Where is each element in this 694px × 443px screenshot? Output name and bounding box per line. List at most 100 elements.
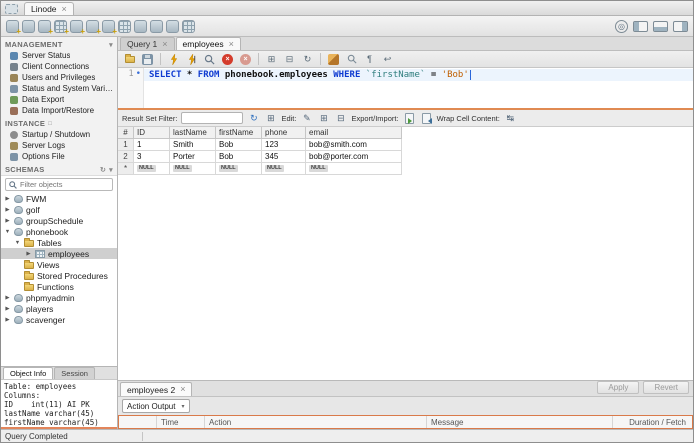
find-icon[interactable]	[344, 52, 359, 66]
table-data-icon[interactable]	[118, 19, 131, 33]
chevron-right-icon[interactable]: ▶	[25, 251, 32, 257]
panel-left-toggle-icon[interactable]	[633, 20, 648, 32]
output-column-status[interactable]	[119, 416, 157, 428]
tree-item-functions[interactable]: Functions	[1, 281, 117, 292]
chevron-right-icon[interactable]: ▶	[4, 196, 11, 202]
chevron-right-icon[interactable]: ▶	[4, 207, 11, 213]
panel-bottom-toggle-icon[interactable]	[653, 20, 668, 32]
commit-icon[interactable]: ⊞	[264, 52, 279, 66]
execute-query-icon[interactable]	[166, 52, 181, 66]
sidebar-item-status-variables[interactable]: Status and System Variables	[1, 83, 117, 94]
save-icon[interactable]	[140, 52, 155, 66]
column-header-firstname[interactable]: firstName	[216, 127, 262, 139]
tree-item-tables[interactable]: ▼ Tables	[1, 237, 117, 248]
instance-section-header[interactable]: INSTANCE □	[1, 116, 117, 129]
collapse-section-icon[interactable]: ▾	[109, 41, 113, 49]
explain-query-icon[interactable]	[202, 52, 217, 66]
tab-employees-2[interactable]: employees 2 ×	[120, 382, 193, 396]
schema-item-phonebook[interactable]: ▼ phonebook	[1, 226, 117, 237]
tab-close-icon[interactable]: ×	[229, 39, 234, 49]
execute-current-statement-icon[interactable]	[184, 52, 199, 66]
create-function-icon[interactable]	[102, 19, 117, 36]
schemas-section-header[interactable]: SCHEMAS ↻ ▾	[1, 162, 117, 175]
tree-item-views[interactable]: Views	[1, 259, 117, 270]
connection-tab-close-icon[interactable]: ×	[62, 4, 67, 14]
tree-item-stored-procedures[interactable]: Stored Procedures	[1, 270, 117, 281]
column-header-id[interactable]: ID	[134, 127, 170, 139]
tab-query-1[interactable]: Query 1 ×	[120, 37, 175, 50]
row-number-cell[interactable]: 1	[118, 139, 134, 151]
tab-close-icon[interactable]: ×	[162, 39, 167, 49]
autocommit-toggle-icon[interactable]: ↻	[300, 52, 315, 66]
column-header-phone[interactable]: phone	[262, 127, 306, 139]
open-sql-script-icon[interactable]	[22, 19, 35, 33]
import-records-icon[interactable]	[420, 112, 433, 125]
tab-employees[interactable]: employees ×	[175, 37, 241, 50]
create-procedure-icon[interactable]	[86, 19, 101, 36]
chevron-down-icon[interactable]: ▼	[4, 229, 11, 235]
cell-lastname[interactable]: Smith	[170, 139, 216, 151]
tools-icon[interactable]	[182, 19, 195, 33]
column-header-rownum[interactable]: #	[118, 127, 134, 139]
cell-phone[interactable]: NULL	[262, 163, 306, 175]
cell-email[interactable]: bob@smith.com	[306, 139, 402, 151]
cell-lastname[interactable]: NULL	[170, 163, 216, 175]
sidebar-item-users-privileges[interactable]: Users and Privileges	[1, 72, 117, 83]
output-column-time[interactable]: Time	[157, 416, 205, 428]
apply-button[interactable]: Apply	[597, 381, 640, 394]
insert-row-icon[interactable]: ⊞	[317, 112, 330, 125]
cell-lastname[interactable]: Porter	[170, 151, 216, 163]
create-view-icon[interactable]	[70, 19, 85, 36]
stop-on-error-toggle-icon[interactable]: ×	[238, 52, 253, 66]
open-file-icon[interactable]	[122, 52, 137, 66]
schema-filter-input[interactable]	[20, 180, 100, 189]
stop-query-icon[interactable]: ×	[220, 52, 235, 66]
rollback-icon[interactable]: ⊟	[282, 52, 297, 66]
cell-id[interactable]: 1	[134, 139, 170, 151]
cell-email[interactable]: NULL	[306, 163, 402, 175]
schema-item-golf[interactable]: ▶ golf	[1, 204, 117, 215]
edit-pencil-icon[interactable]: ✎	[300, 112, 313, 125]
export-recordset-icon[interactable]	[403, 112, 416, 125]
grid-options-icon[interactable]: ⊞	[264, 112, 277, 125]
delete-row-icon[interactable]: ⊟	[334, 112, 347, 125]
sidebar-item-data-export[interactable]: Data Export	[1, 94, 117, 105]
chevron-right-icon[interactable]: ▶	[4, 306, 11, 312]
result-set-filter-input[interactable]	[181, 112, 244, 124]
output-column-action[interactable]: Action	[205, 416, 427, 428]
sql-code-editor[interactable]: 1 • SELECT * FROM phonebook.employees WH…	[118, 68, 693, 108]
sidebar-item-data-import[interactable]: Data Import/Restore	[1, 105, 117, 116]
chevron-right-icon[interactable]: ▶	[4, 218, 11, 224]
cell-email[interactable]: bob@porter.com	[306, 151, 402, 163]
chevron-right-icon[interactable]: ▶	[4, 317, 11, 323]
code-area[interactable]: SELECT * FROM phonebook.employees WHERE …	[144, 68, 693, 108]
cell-id[interactable]: 3	[134, 151, 170, 163]
preferences-icon[interactable]: ◎	[615, 19, 628, 33]
schema-item-players[interactable]: ▶ players	[1, 303, 117, 314]
cell-firstname[interactable]: Bob	[216, 139, 262, 151]
sidebar-item-startup-shutdown[interactable]: Startup / Shutdown	[1, 129, 117, 140]
revert-button[interactable]: Revert	[643, 381, 689, 394]
row-number-cell[interactable]: *	[118, 163, 134, 175]
tab-object-info[interactable]: Object Info	[3, 367, 54, 379]
chevron-right-icon[interactable]: ▶	[4, 295, 11, 301]
refresh-schemas-icon[interactable]	[166, 19, 179, 33]
row-number-cell[interactable]: 2	[118, 151, 134, 163]
table-item-employees[interactable]: ▶ employees	[1, 248, 117, 259]
chevron-down-icon[interactable]: ▼	[14, 240, 21, 246]
management-section-header[interactable]: MANAGEMENT ▾	[1, 37, 117, 50]
tab-close-icon[interactable]: ×	[180, 385, 185, 394]
refresh-results-icon[interactable]: ↻	[247, 112, 260, 125]
wrap-text-icon[interactable]: ↩	[380, 52, 395, 66]
cell-phone[interactable]: 345	[262, 151, 306, 163]
sql-line-1[interactable]: SELECT * FROM phonebook.employees WHERE …	[144, 69, 693, 81]
reconnect-icon[interactable]	[150, 19, 163, 33]
output-selector-dropdown[interactable]: Action Output ▾	[122, 399, 190, 413]
wrap-cell-content-icon[interactable]: ↹	[504, 112, 517, 125]
schemas-collapse-icon[interactable]: ▾	[109, 166, 113, 174]
schema-item-fwm[interactable]: ▶ FWM	[1, 193, 117, 204]
schema-item-phpmyadmin[interactable]: ▶ phpmyadmin	[1, 292, 117, 303]
sidebar-item-server-status[interactable]: Server Status	[1, 50, 117, 61]
create-table-icon[interactable]	[54, 19, 69, 36]
cell-firstname[interactable]: NULL	[216, 163, 262, 175]
